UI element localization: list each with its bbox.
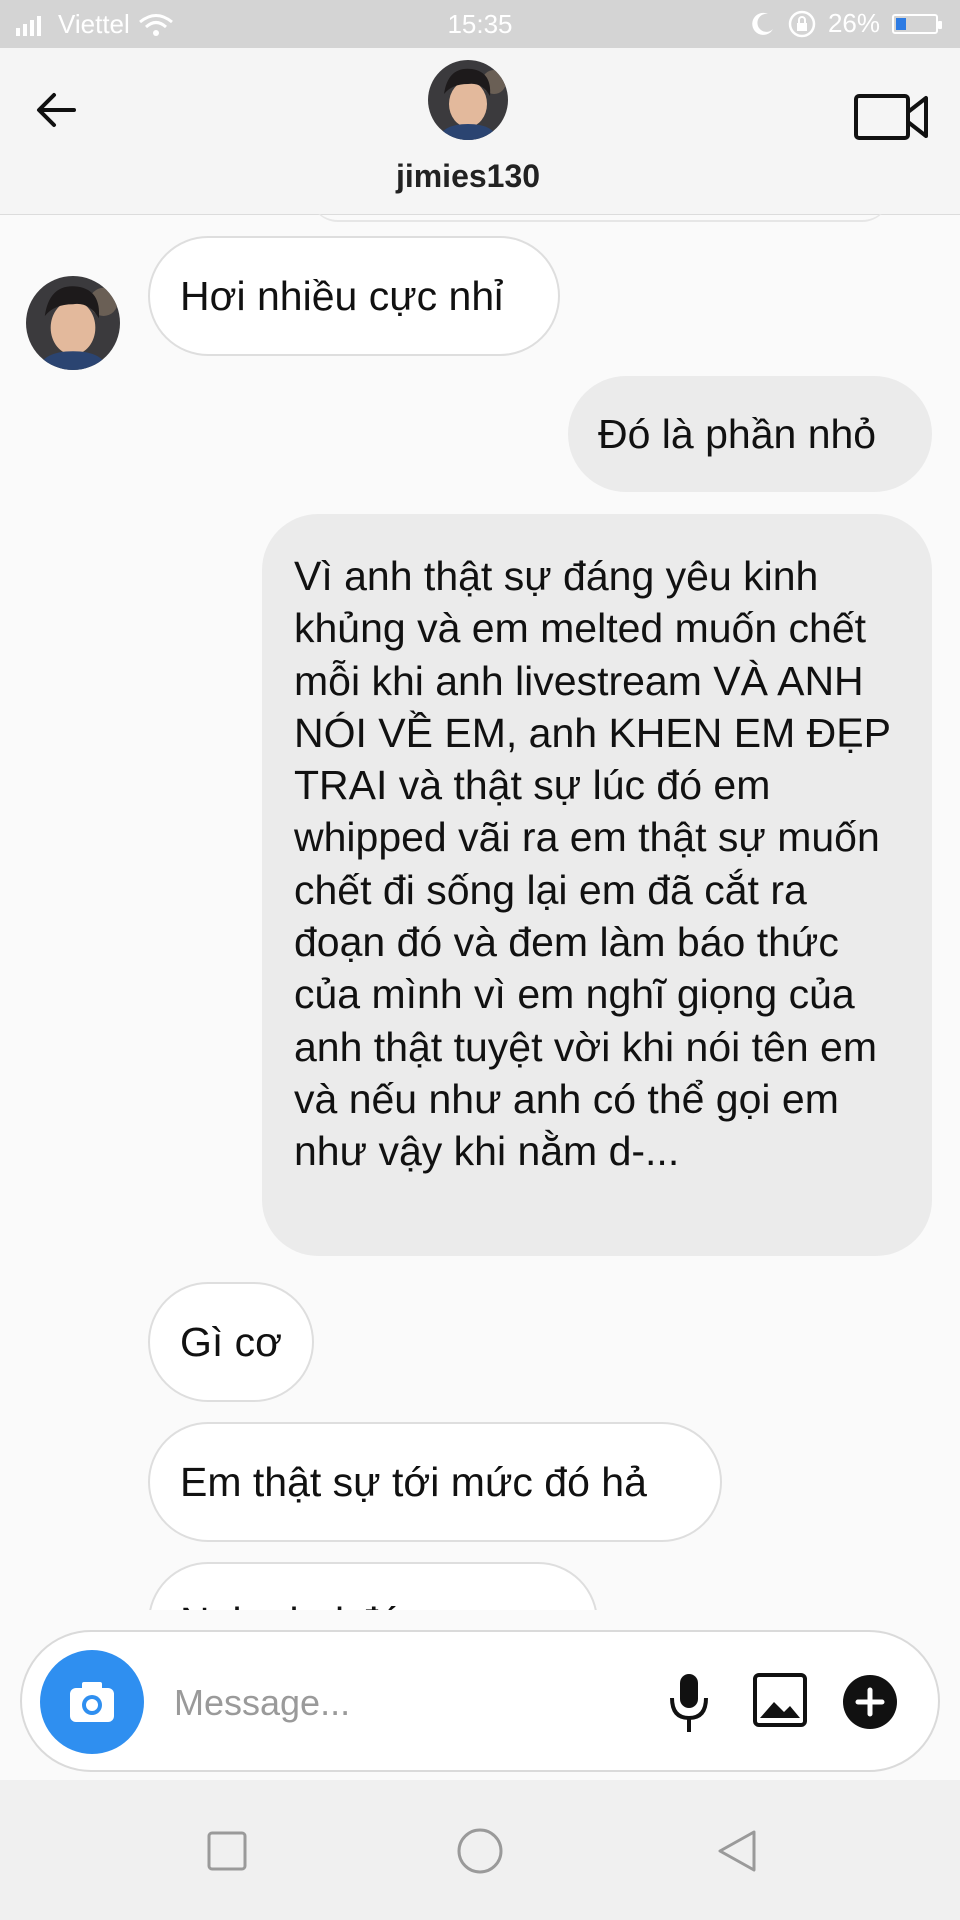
chat-header: jimies130 [0, 48, 960, 215]
message-bubble-incoming[interactable]: Hơi nhiều cực nhỉ [148, 236, 560, 356]
profile-avatar[interactable] [428, 60, 508, 140]
image-icon [753, 1673, 807, 1727]
moon-icon [752, 12, 773, 35]
rotation-lock-icon [788, 10, 816, 37]
microphone-icon [670, 1674, 708, 1732]
voice-message-button[interactable] [662, 1668, 716, 1738]
square-icon [207, 1831, 247, 1871]
more-options-button[interactable] [842, 1674, 898, 1730]
status-right: 26% [750, 8, 942, 39]
battery-fill [896, 17, 906, 30]
message-bubble-incoming[interactable]: Em thật sự tới mức đó hả [148, 1422, 722, 1542]
gallery-button[interactable] [752, 1672, 808, 1728]
camera-icon [70, 1682, 114, 1722]
video-call-button[interactable] [852, 86, 930, 146]
video-camera-icon [854, 94, 928, 140]
battery-percent: 26% [827, 8, 880, 38]
circle-icon [457, 1828, 503, 1874]
system-navigation-bar [0, 1780, 960, 1920]
chat-username[interactable]: jimies130 [0, 158, 936, 195]
message-bubble-outgoing-long[interactable]: Vì anh thật sự đáng yêu kinh khủng và em… [262, 514, 932, 1256]
message-bubble-incoming[interactable]: Nghe hai đó [148, 1562, 598, 1610]
previous-message-edge [310, 214, 890, 222]
triangle-back-icon [718, 1830, 756, 1872]
battery-icon [892, 13, 942, 34]
back-nav-button[interactable] [712, 1826, 762, 1876]
sender-avatar[interactable] [26, 276, 120, 370]
message-thread[interactable]: Hơi nhiều cực nhỉ Đó là phần nhỏ Vì anh … [0, 214, 960, 1610]
message-input[interactable] [172, 1670, 646, 1736]
plus-circle-icon [843, 1675, 897, 1729]
back-button[interactable] [30, 80, 90, 140]
home-button[interactable] [455, 1826, 505, 1876]
message-bubble-incoming[interactable]: Gì cơ [148, 1282, 314, 1402]
arrow-left-icon [37, 93, 76, 127]
status-bar: Viettel 15:35 26% [0, 0, 960, 48]
recent-apps-button[interactable] [202, 1826, 252, 1876]
message-composer [20, 1630, 940, 1772]
message-bubble-outgoing[interactable]: Đó là phần nhỏ [568, 376, 932, 492]
camera-button[interactable] [40, 1650, 144, 1754]
